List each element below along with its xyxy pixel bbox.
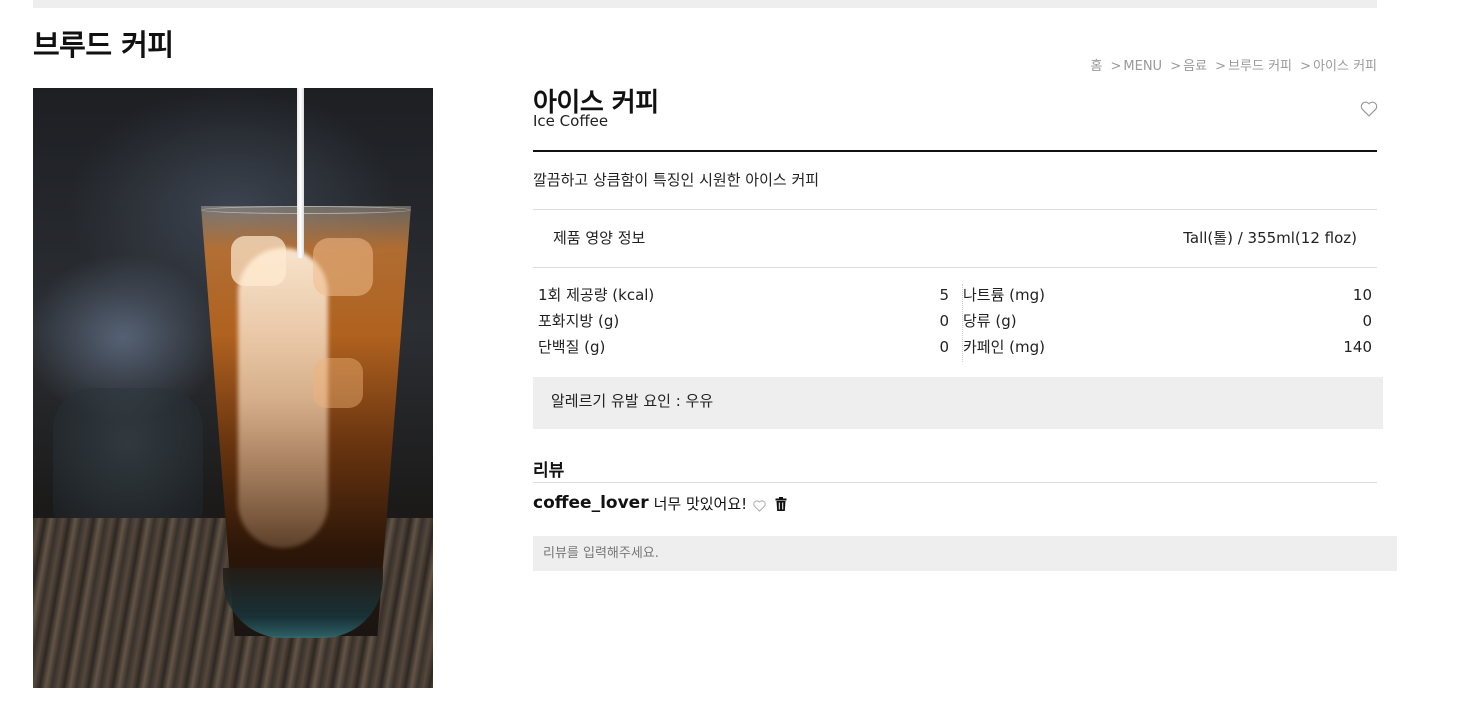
nutrition-row-sodium: 나트륨 (mg) 10 [963, 283, 1372, 309]
breadcrumb-separator: > [1110, 59, 1122, 74]
nutrition-label: 포화지방 (g) [538, 312, 620, 330]
nutrition-row-sugars: 당류 (g) 0 [963, 309, 1372, 335]
breadcrumb-menu[interactable]: MENU [1123, 59, 1162, 74]
glass-rim [201, 206, 411, 214]
serving-size: Tall(톨) / 355ml(12 floz) [1183, 229, 1357, 247]
divider [533, 267, 1377, 268]
ice-cube [313, 238, 373, 296]
breadcrumb-iced-coffee[interactable]: 아이스 커피 [1313, 59, 1377, 74]
nutrition-row-caffeine: 카페인 (mg) 140 [963, 335, 1372, 361]
nutrition-row-protein: 단백질 (g) 0 [538, 335, 949, 361]
divider [533, 482, 1377, 483]
product-name-english: Ice Coffee [533, 112, 609, 130]
breadcrumb-drinks[interactable]: 음료 [1183, 59, 1207, 74]
review-text: 너무 맛있어요! [653, 494, 748, 513]
nutrition-row-saturated-fat: 포화지방 (g) 0 [538, 309, 949, 335]
background-cup [53, 388, 203, 528]
nutrition-title: 제품 영양 정보 [553, 229, 646, 247]
nutrition-label: 1회 제공량 (kcal) [538, 286, 655, 304]
product-description: 깔끔하고 상큼함이 특징인 시원한 아이스 커피 [533, 171, 820, 189]
nutrition-label: 단백질 (g) [538, 338, 606, 356]
divider [533, 209, 1377, 210]
ice-cube [231, 236, 286, 286]
nutrition-list-left: 1회 제공량 (kcal) 5 포화지방 (g) 0 단백질 (g) 0 [538, 283, 949, 361]
review-input[interactable] [533, 536, 1397, 571]
nutrition-value: 10 [1352, 286, 1372, 304]
heart-outline-icon[interactable] [753, 497, 766, 512]
nutrition-value: 140 [1343, 338, 1372, 356]
allergy-info: 알레르기 유발 요인 : 우유 [533, 377, 1383, 429]
product-image [33, 88, 433, 688]
nutrition-value: 0 [939, 312, 949, 330]
heart-outline-icon[interactable] [1360, 101, 1378, 117]
breadcrumb-separator: > [1300, 59, 1312, 74]
breadcrumb-separator: > [1170, 59, 1182, 74]
nutrition-label: 당류 (g) [963, 312, 1017, 330]
title-divider [533, 150, 1377, 152]
trash-icon[interactable] [775, 496, 787, 511]
top-strip [33, 0, 1377, 8]
review-heading: 리뷰 [533, 461, 565, 481]
nutrition-list-right: 나트륨 (mg) 10 당류 (g) 0 카페인 (mg) 140 [963, 283, 1372, 361]
review-item: coffee_lover 너무 맛있어요! [533, 491, 787, 515]
nutrition-value: 0 [939, 338, 949, 356]
nutrition-label: 카페인 (mg) [963, 338, 1046, 356]
nutrition-label: 나트륨 (mg) [963, 286, 1046, 304]
review-username: coffee_lover [533, 493, 649, 513]
breadcrumb-brewed-coffee[interactable]: 브루드 커피 [1228, 59, 1292, 74]
nutrition-row-kcal: 1회 제공량 (kcal) 5 [538, 283, 949, 309]
milk-pour [297, 88, 304, 258]
ice-cube [313, 358, 363, 408]
page-title: 브루드 커피 [33, 28, 174, 62]
breadcrumb: 홈 > MENU > 음료 > 브루드 커피 > 아이스 커피 [1090, 55, 1377, 74]
breadcrumb-separator: > [1215, 59, 1227, 74]
nutrition-value: 5 [939, 286, 949, 304]
breadcrumb-home[interactable]: 홈 [1090, 59, 1102, 74]
nutrition-value: 0 [1362, 312, 1372, 330]
